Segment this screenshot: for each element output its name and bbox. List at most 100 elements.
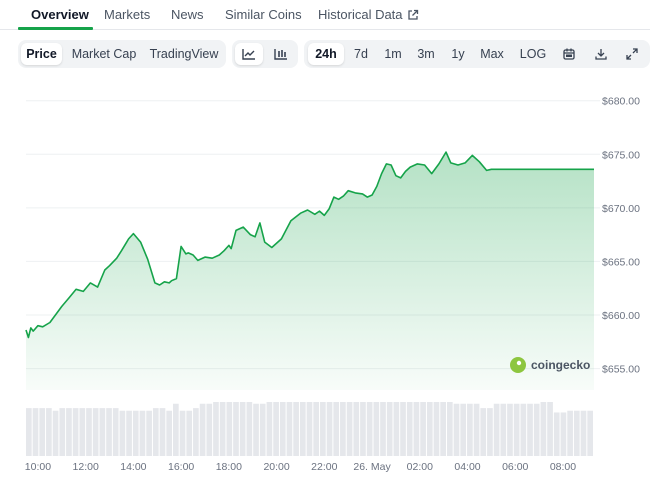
volume-bar — [106, 408, 112, 456]
expand-icon[interactable] — [618, 43, 646, 65]
volume-bar — [573, 410, 580, 456]
range-max-button[interactable]: Max — [475, 43, 509, 65]
volume-bar — [373, 402, 380, 456]
x-tick-label: 02:00 — [407, 461, 433, 473]
volume-bar — [166, 410, 173, 456]
price-button[interactable]: Price — [21, 43, 62, 65]
volume-bar — [239, 402, 246, 456]
range-1m-button[interactable]: 1m — [380, 43, 406, 65]
y-tick-label: $655.00 — [602, 364, 640, 376]
x-tick-label: 18:00 — [216, 461, 242, 473]
log-scale-button[interactable]: LOG — [516, 43, 550, 65]
volume-bar — [253, 403, 259, 456]
tab-news[interactable]: News — [171, 7, 204, 22]
volume-bar — [460, 403, 467, 456]
volume-bar — [72, 408, 79, 456]
volume-bar — [86, 408, 92, 456]
volume-bar — [293, 402, 299, 456]
volume-bar — [480, 408, 487, 456]
tab-overview[interactable]: Overview — [31, 7, 89, 22]
volume-bars — [26, 402, 593, 456]
volume-bar — [213, 402, 219, 456]
y-axis: $680.00 $675.00 $670.00 $665.00 $660.00 $655.… — [602, 96, 640, 376]
x-tick-label: 04:00 — [454, 461, 480, 473]
volume-bar — [400, 402, 406, 456]
x-tick-label: 06:00 — [502, 461, 528, 473]
y-tick-label: $665.00 — [602, 256, 640, 268]
volume-bar — [433, 402, 440, 456]
volume-bar — [353, 402, 360, 456]
volume-bar — [320, 402, 326, 456]
volume-bar — [152, 408, 159, 456]
x-tick-label: 14:00 — [120, 461, 146, 473]
volume-bar — [39, 408, 46, 456]
volume-bar — [587, 410, 593, 456]
volume-bar — [380, 402, 386, 456]
volume-bar — [233, 402, 239, 456]
x-tick-label: 26. May — [353, 461, 391, 473]
volume-bar — [473, 403, 480, 456]
x-tick-label: 16:00 — [168, 461, 194, 473]
volume-bar — [26, 408, 32, 456]
volume-bar — [580, 410, 587, 456]
market-cap-button[interactable]: Market Cap — [67, 43, 141, 65]
volume-bar — [246, 402, 253, 456]
volume-bar — [527, 403, 533, 456]
volume-bar — [366, 402, 373, 456]
range-24h-button[interactable]: 24h — [308, 43, 344, 65]
volume-bar — [226, 402, 233, 456]
price-area — [26, 152, 594, 390]
tab-bar: Overview Markets News Similar Coins Hist… — [0, 0, 650, 30]
x-tick-label: 22:00 — [311, 461, 337, 473]
x-axis: 10:00 12:00 14:00 16:00 18:00 20:00 22:00 26. M… — [25, 461, 576, 473]
volume-bar — [547, 402, 553, 456]
volume-bar — [179, 410, 186, 456]
volume-bar — [386, 402, 393, 456]
range-1y-button[interactable]: 1y — [446, 43, 470, 65]
price-chart[interactable]: $680.00 $675.00 $670.00 $665.00 $660.00 $655.… — [0, 90, 650, 477]
range-toggle-group: 24h 7d 1m 3m 1y Max LOG — [304, 40, 650, 68]
volume-bar — [453, 403, 460, 456]
volume-bar — [46, 408, 52, 456]
view-toggle-group: Price Market Cap TradingView — [18, 40, 226, 68]
line-chart-icon[interactable] — [235, 43, 263, 65]
volume-bar — [219, 402, 226, 456]
volume-bar — [326, 402, 333, 456]
volume-bar — [533, 403, 540, 456]
calendar-icon[interactable] — [555, 43, 583, 65]
volume-bar — [266, 402, 273, 456]
volume-bar — [206, 403, 213, 456]
volume-bar — [406, 402, 413, 456]
volume-bar — [59, 408, 66, 456]
coingecko-watermark: coingecko — [510, 357, 590, 373]
volume-bar — [467, 403, 473, 456]
tab-similar-coins[interactable]: Similar Coins — [225, 7, 302, 22]
volume-bar — [513, 403, 520, 456]
volume-bar — [487, 408, 493, 456]
tradingview-button[interactable]: TradingView — [146, 43, 222, 65]
volume-bar — [259, 403, 266, 456]
candlestick-icon[interactable] — [267, 43, 295, 65]
y-tick-label: $675.00 — [602, 149, 640, 161]
range-3m-button[interactable]: 3m — [413, 43, 439, 65]
volume-bar — [567, 410, 573, 456]
volume-bar — [306, 402, 313, 456]
download-icon[interactable] — [587, 43, 615, 65]
volume-bar — [413, 402, 420, 456]
y-tick-label: $670.00 — [602, 203, 640, 215]
volume-bar — [139, 410, 146, 456]
volume-bar — [346, 402, 353, 456]
volume-bar — [279, 402, 286, 456]
volume-bar — [360, 402, 366, 456]
tab-historical-data[interactable]: Historical Data — [318, 7, 419, 22]
volume-bar — [126, 410, 132, 456]
gecko-eye — [516, 360, 522, 366]
chart-type-toggle-group — [232, 40, 298, 68]
volume-bar — [119, 410, 126, 456]
volume-bar — [173, 403, 179, 456]
tab-markets[interactable]: Markets — [104, 7, 150, 22]
range-7d-button[interactable]: 7d — [348, 43, 374, 65]
volume-bar — [32, 408, 39, 456]
volume-bar — [146, 410, 152, 456]
volume-bar — [520, 403, 527, 456]
